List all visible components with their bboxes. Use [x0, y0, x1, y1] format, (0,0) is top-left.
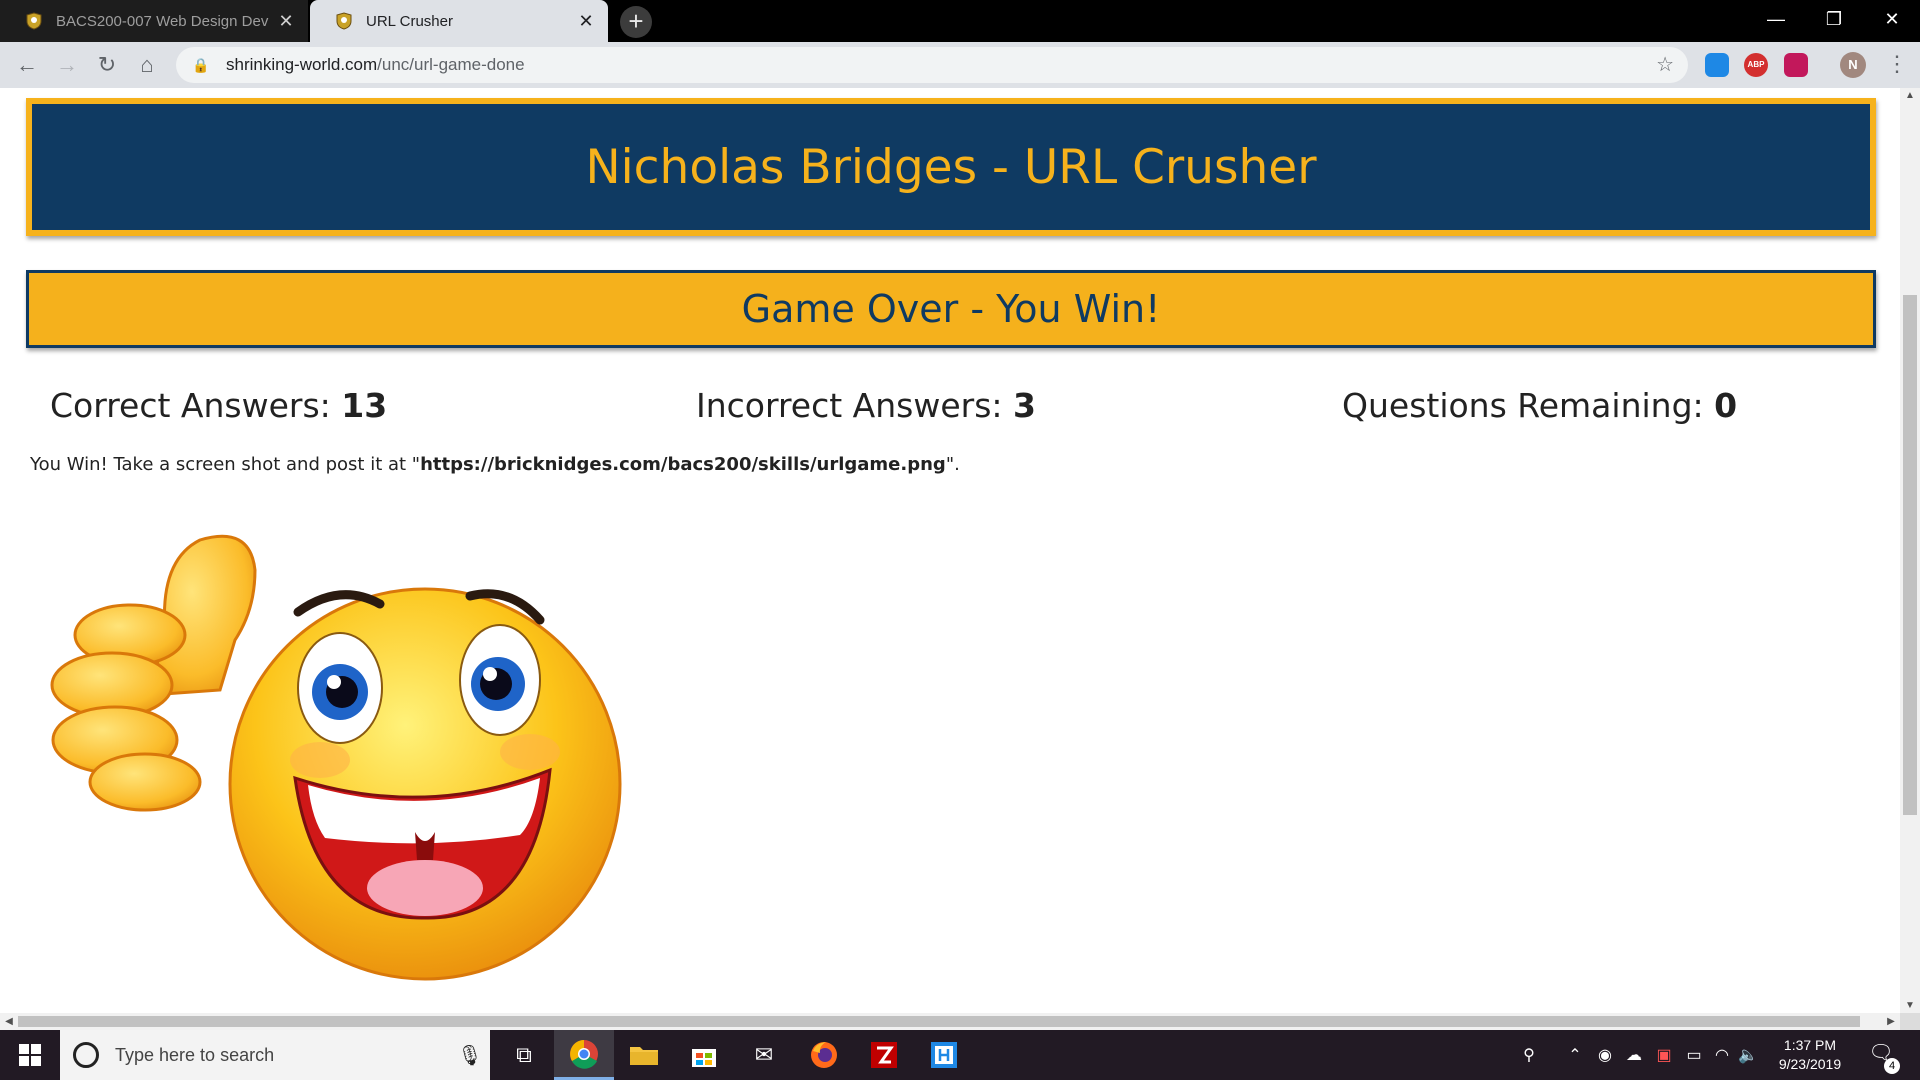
scroll-down-arrow-icon[interactable]: ▼	[1900, 1000, 1920, 1011]
page-title: Nicholas Bridges - URL Crusher	[585, 139, 1317, 195]
chrome-logo-icon	[570, 1039, 598, 1069]
volume-icon[interactable]: 🔈	[1736, 1030, 1760, 1080]
address-url: shrinking-world.com/unc/url-game-done	[226, 55, 525, 75]
reload-icon[interactable]: ↻	[92, 50, 122, 80]
scroll-up-arrow-icon[interactable]: ▲	[1900, 90, 1920, 101]
windows-taskbar: Type here to search 🎙 ⧉ ✉ ⚲ ⌃ ◉ ☁ ▣ ▭ ◠ …	[0, 1030, 1920, 1080]
clock-date: 9/23/2019	[1778, 1056, 1842, 1072]
onedrive-extension-icon[interactable]	[1705, 53, 1729, 77]
microphone-icon[interactable]: 🎙	[450, 1043, 490, 1068]
microsoft-store-icon[interactable]	[674, 1030, 734, 1080]
tab-title: URL Crusher	[366, 12, 453, 30]
scroll-left-arrow-icon[interactable]: ◀	[0, 1013, 18, 1030]
address-domain: shrinking-world.com	[226, 55, 378, 74]
notification-count-badge: 4	[1884, 1058, 1900, 1074]
chrome-taskbar-icon[interactable]	[554, 1030, 614, 1080]
lock-icon: 🔒	[192, 56, 210, 73]
header-banner: Nicholas Bridges - URL Crusher	[26, 98, 1876, 236]
task-view-icon[interactable]: ⧉	[494, 1030, 554, 1080]
address-path: /unc/url-game-done	[377, 55, 525, 74]
onedrive-cloud-icon[interactable]: ☁	[1620, 1030, 1648, 1080]
record-icon[interactable]: ◉	[1592, 1030, 1618, 1080]
incorrect-value: 3	[1013, 386, 1037, 425]
mail-icon[interactable]: ✉	[734, 1030, 794, 1080]
screen: BACS200-007 Web Design Dev S ✕ URL Crush…	[0, 0, 1920, 1080]
scroll-right-arrow-icon[interactable]: ▶	[1882, 1013, 1900, 1030]
file-explorer-icon[interactable]	[614, 1030, 674, 1080]
battery-icon[interactable]: ▭	[1680, 1030, 1708, 1080]
windows-logo-icon	[19, 1044, 41, 1066]
browser-toolbar: ← → ↻ ⌂ 🔒 shrinking-world.com/unc/url-ga…	[0, 42, 1920, 88]
bracket-logo-icon	[931, 1042, 957, 1068]
store-bag-icon	[692, 1049, 716, 1067]
correct-value: 13	[341, 386, 388, 425]
favicon-icon	[26, 12, 42, 30]
filezilla-logo-icon	[871, 1042, 897, 1068]
chrome-menu-icon[interactable]: ⋮	[1886, 51, 1908, 77]
firefox-icon[interactable]	[794, 1030, 854, 1080]
win-message-prefix: You Win! Take a screen shot and post it …	[30, 454, 421, 475]
questions-remaining: Questions Remaining: 0	[1342, 386, 1737, 425]
wifi-icon[interactable]: ◠	[1710, 1030, 1734, 1080]
pocket-extension-icon[interactable]	[1784, 53, 1808, 77]
game-status-banner: Game Over - You Win!	[26, 270, 1876, 348]
taskbar-search-placeholder: Type here to search	[115, 1044, 275, 1065]
tab-bacs200[interactable]: BACS200-007 Web Design Dev S ✕	[0, 0, 308, 42]
thumbs-up-smiley-image	[50, 534, 622, 981]
restore-icon[interactable]: ❐	[1806, 0, 1862, 40]
app-bracket-icon[interactable]	[914, 1030, 974, 1080]
incorrect-label: Incorrect Answers:	[696, 386, 1003, 425]
new-tab-button[interactable]: +	[620, 6, 652, 38]
correct-label: Correct Answers:	[50, 386, 331, 425]
remaining-value: 0	[1714, 386, 1738, 425]
win-message-link: https://bricknidges.com/bacs200/skills/u…	[420, 454, 946, 475]
firefox-logo-icon	[811, 1042, 837, 1068]
scrollbar-corner	[1900, 1013, 1920, 1030]
tab-url-crusher[interactable]: URL Crusher ✕	[310, 0, 608, 42]
win-message-suffix: ".	[945, 454, 960, 475]
horizontal-scroll-thumb[interactable]	[18, 1016, 1860, 1027]
minimize-icon[interactable]: —	[1748, 0, 1804, 40]
action-center-icon[interactable]: 🗨 4	[1866, 1040, 1900, 1074]
tab-title: BACS200-007 Web Design Dev S	[56, 12, 272, 30]
back-arrow-icon[interactable]: ←	[12, 50, 42, 80]
forward-arrow-icon[interactable]: →	[52, 50, 82, 80]
vertical-scrollbar[interactable]: ▲ ▼	[1900, 88, 1920, 1013]
smiley-face-icon	[228, 587, 622, 981]
thumbs-up-hand-icon	[50, 534, 257, 812]
close-window-icon[interactable]: ✕	[1864, 0, 1920, 40]
people-icon[interactable]: ⚲	[1512, 1030, 1546, 1080]
close-tab-icon[interactable]: ✕	[272, 11, 300, 32]
tab-strip: BACS200-007 Web Design Dev S ✕ URL Crush…	[0, 0, 1920, 42]
cortana-icon	[73, 1042, 99, 1068]
close-tab-icon[interactable]: ✕	[572, 11, 600, 32]
home-icon[interactable]: ⌂	[132, 50, 162, 80]
vertical-scroll-thumb[interactable]	[1903, 295, 1917, 815]
horizontal-scrollbar[interactable]: ◀ ▶	[0, 1013, 1900, 1030]
adblock-extension-icon[interactable]: ABP	[1744, 53, 1768, 77]
system-clock[interactable]: 1:37 PM 9/23/2019	[1760, 1036, 1860, 1074]
clock-time: 1:37 PM	[1783, 1037, 1837, 1053]
remaining-label: Questions Remaining:	[1342, 386, 1704, 425]
taskbar-search-box[interactable]: Type here to search 🎙	[60, 1030, 490, 1080]
game-status: Game Over - You Win!	[741, 287, 1161, 331]
incorrect-answers: Incorrect Answers: 3	[696, 386, 1036, 425]
bookmark-star-icon[interactable]: ☆	[1656, 52, 1674, 77]
security-alert-icon[interactable]: ▣	[1650, 1030, 1678, 1080]
profile-avatar[interactable]: N	[1840, 52, 1866, 78]
win-message: You Win! Take a screen shot and post it …	[30, 454, 960, 475]
address-bar[interactable]: 🔒 shrinking-world.com/unc/url-game-done …	[176, 47, 1688, 83]
favicon-icon	[336, 12, 352, 30]
filezilla-icon[interactable]	[854, 1030, 914, 1080]
show-hidden-icons-chevron-icon[interactable]: ⌃	[1562, 1030, 1588, 1080]
page-viewport: Nicholas Bridges - URL Crusher Game Over…	[0, 88, 1900, 1013]
folder-icon	[630, 1047, 658, 1065]
start-button[interactable]	[0, 1030, 60, 1080]
correct-answers: Correct Answers: 13	[50, 386, 387, 425]
